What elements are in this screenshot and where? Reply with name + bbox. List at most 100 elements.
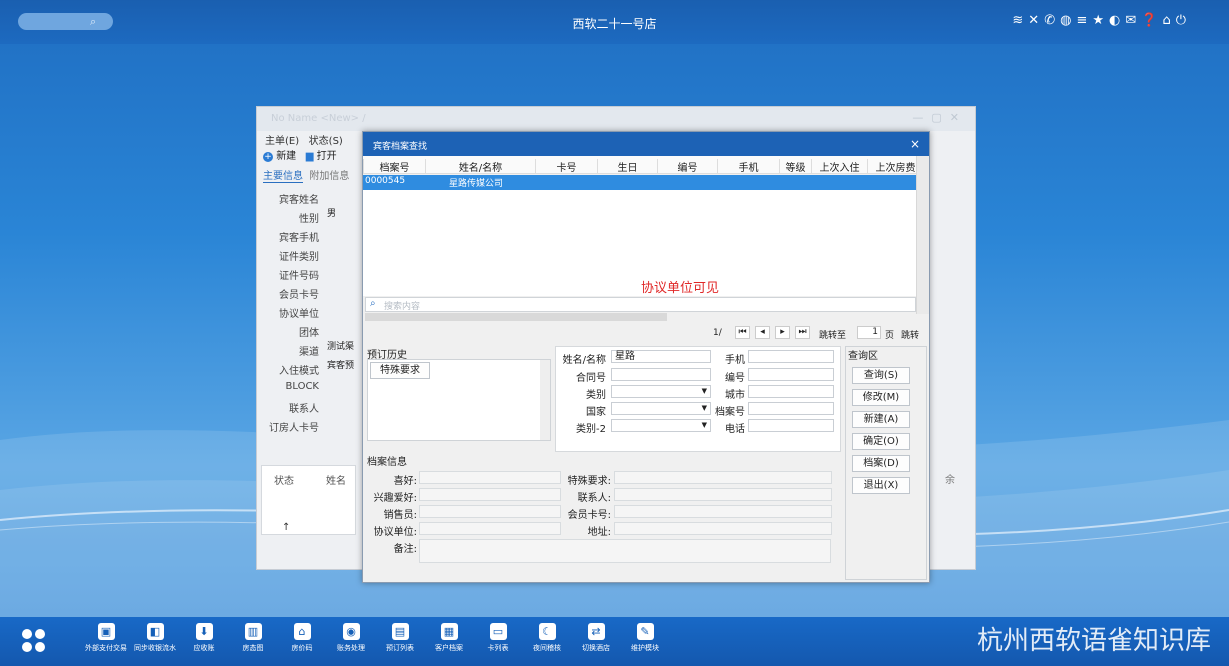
maximize-icon[interactable]: ▢ — [931, 111, 949, 124]
taskbar-item[interactable]: ▤ 预订列表 — [376, 623, 424, 653]
open-button[interactable]: 打开 — [317, 151, 337, 162]
menu-item-status[interactable]: 状态(S) — [309, 136, 343, 147]
horizontal-scrollbar[interactable] — [365, 313, 667, 321]
tab-extra-info[interactable]: 附加信息 — [309, 171, 349, 182]
field-value[interactable]: 宾客预 — [325, 361, 365, 374]
new-button[interactable]: 新建 — [276, 151, 296, 162]
taskbar-item[interactable]: ◉ 账务处理 — [327, 623, 375, 653]
col-last-stay[interactable]: 上次入住 — [811, 159, 867, 174]
col-archive-no[interactable]: 档案号 — [363, 159, 425, 174]
close-icon[interactable]: ✕ — [950, 111, 967, 124]
tab-main-info[interactable]: 主要信息 — [263, 171, 303, 183]
modify-button[interactable]: 修改(M) — [852, 389, 910, 406]
taskbar-item[interactable]: ◧ 同步收银流水 — [131, 623, 179, 653]
col-level[interactable]: 等级 — [779, 159, 811, 174]
field-label: 订房人卡号 — [269, 423, 319, 434]
taskbar-item-label: 夜间稽核 — [533, 644, 561, 652]
minimize-icon[interactable]: — — [912, 111, 931, 124]
col-code[interactable]: 编号 — [657, 159, 717, 174]
last-page-button[interactable]: ⏭ — [795, 326, 810, 339]
field-value[interactable] — [325, 399, 365, 412]
col-card[interactable]: 卡号 — [535, 159, 597, 174]
palette-icon[interactable]: ◍ — [1060, 13, 1076, 28]
col-mobile[interactable]: 手机 — [717, 159, 779, 174]
field-value[interactable] — [325, 285, 365, 298]
field-value[interactable] — [325, 304, 365, 317]
name-input[interactable]: 星路 — [611, 350, 711, 363]
tel-input[interactable] — [748, 419, 834, 432]
field-value[interactable] — [325, 323, 365, 336]
wifi-icon[interactable]: ≋ — [1012, 13, 1028, 28]
tools-icon[interactable]: ✕ — [1028, 13, 1044, 28]
country-select[interactable]: ▼ — [611, 402, 711, 415]
contract-input[interactable] — [611, 368, 711, 381]
close-icon[interactable]: × — [910, 137, 920, 151]
taskbar-item[interactable]: ▣ 外部支付交易 — [82, 623, 130, 653]
results-grid-body[interactable] — [363, 190, 916, 296]
jump-button[interactable]: 跳转 — [901, 328, 919, 341]
help-icon[interactable]: ❓ — [1141, 13, 1162, 28]
mail-icon[interactable]: ✉ — [1125, 13, 1141, 28]
remark-field — [419, 539, 831, 563]
menu-item-main[interactable]: 主单(E) — [265, 136, 299, 147]
window-controls[interactable]: —▢✕ — [912, 111, 967, 124]
exit-button[interactable]: 退出(X) — [852, 477, 910, 494]
confirm-button[interactable]: 确定(O) — [852, 433, 910, 450]
first-page-button[interactable]: ⏮ — [735, 326, 750, 339]
chevron-down-icon: ▼ — [701, 421, 707, 429]
field-value[interactable] — [325, 228, 365, 241]
table-row[interactable]: 0000545 星路传媒公司 — [363, 175, 916, 190]
new-button[interactable]: 新建(A) — [852, 411, 910, 428]
field-value[interactable] — [325, 247, 365, 260]
menu-icon[interactable]: ≡ — [1076, 13, 1092, 28]
field-value[interactable] — [325, 190, 365, 203]
taskbar-item-label: 应收账 — [193, 644, 215, 652]
add-icon[interactable]: + — [263, 152, 273, 162]
field-value[interactable] — [325, 380, 365, 393]
power-icon[interactable]: ⏻ — [1176, 13, 1191, 28]
taskbar-item[interactable]: ▥ 房态图 — [229, 623, 277, 653]
field-label: 团体 — [299, 328, 319, 339]
field-value[interactable] — [325, 266, 365, 279]
col-name[interactable]: 姓名/名称 — [425, 159, 535, 174]
special-request-button[interactable]: 特殊要求 — [370, 362, 430, 379]
home-icon[interactable]: ⌂ — [1162, 13, 1175, 28]
field-value[interactable]: 测试渠 — [325, 342, 365, 355]
prev-page-button[interactable]: ◂ — [755, 326, 770, 339]
taskbar-item[interactable]: ⇄ 切换酒店 — [572, 623, 620, 653]
folder-icon[interactable]: ▆ — [306, 151, 314, 162]
taskbar-item[interactable]: ▦ 客户档案 — [425, 623, 473, 653]
query-button[interactable]: 查询(S) — [852, 367, 910, 384]
category-select[interactable]: ▼ — [611, 385, 711, 398]
taskbar-item[interactable]: ⬇ 应收账 — [180, 623, 228, 653]
taskbar-item[interactable]: ☾ 夜间稽核 — [523, 623, 571, 653]
search-input[interactable]: ⌕ 搜索内容 — [365, 297, 916, 312]
sort-up-icon[interactable]: ↑ — [282, 522, 290, 533]
history-scrollbar[interactable] — [540, 360, 550, 440]
mobile-input[interactable] — [748, 350, 834, 363]
field-value[interactable] — [325, 418, 365, 431]
page-number-input[interactable]: 1 — [857, 326, 881, 339]
col-last-rate[interactable]: 上次房费 — [867, 159, 923, 174]
taskbar-item-icon: ◉ — [342, 623, 360, 640]
taskbar-item-label: 客户档案 — [435, 644, 463, 652]
moon-icon[interactable]: ◐ — [1109, 13, 1125, 28]
taskbar-item[interactable]: ⌂ 房价码 — [278, 623, 326, 653]
star-icon[interactable]: ★ — [1092, 13, 1109, 28]
city-input[interactable] — [748, 385, 834, 398]
taskbar-item[interactable]: ▭ 卡列表 — [474, 623, 522, 653]
system-icons[interactable]: ≋✕✆◍≡★◐✉❓⌂⏻ — [1012, 13, 1191, 28]
vertical-scrollbar[interactable] — [916, 156, 929, 314]
apps-grid-icon[interactable] — [22, 629, 46, 653]
archive-no-input[interactable] — [748, 402, 834, 415]
archive-button[interactable]: 档案(D) — [852, 455, 910, 472]
field-value[interactable]: 男 — [325, 209, 365, 222]
guest-profile-search-dialog: 宾客档案查找 × 档案号 姓名/名称 卡号 生日 编号 手机 等级 上次入住 上… — [362, 131, 930, 583]
category2-select[interactable]: ▼ — [611, 419, 711, 432]
next-page-button[interactable]: ▸ — [775, 326, 790, 339]
phone-icon[interactable]: ✆ — [1044, 13, 1060, 28]
results-grid-header: 档案号 姓名/名称 卡号 生日 编号 手机 等级 上次入住 上次房费 — [363, 156, 916, 174]
col-birthday[interactable]: 生日 — [597, 159, 657, 174]
code-input[interactable] — [748, 368, 834, 381]
taskbar-item[interactable]: ✎ 维护模块 — [621, 623, 669, 653]
